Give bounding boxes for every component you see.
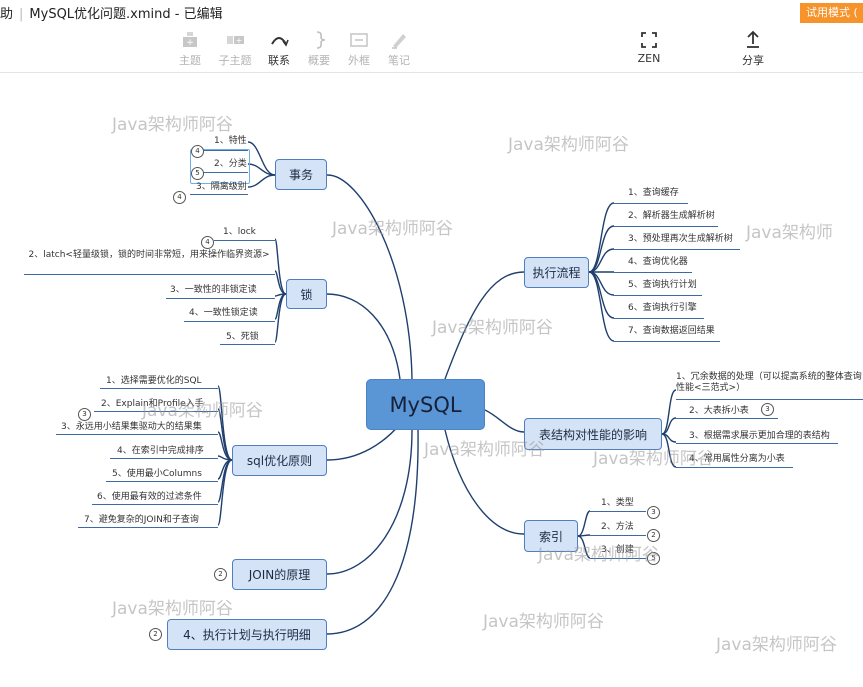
badge-transaction-3[interactable]: 4: [173, 191, 186, 204]
share-button[interactable]: 分享: [729, 30, 777, 68]
leaf-index-2[interactable]: 2、方法: [601, 522, 634, 533]
badge-index-1[interactable]: 3: [647, 506, 660, 519]
topic-icon: +: [183, 32, 197, 48]
badge-sql-2[interactable]: 3: [78, 408, 91, 421]
badge-table-2[interactable]: 3: [761, 403, 774, 416]
badge-transaction-1[interactable]: 4: [191, 145, 204, 158]
topic-table-structure[interactable]: 表结构对性能的影响: [524, 418, 662, 450]
leaf-flow-6[interactable]: 6、查询执行引擎: [628, 303, 697, 314]
title-prefix: 助: [0, 7, 14, 22]
badge-lock-1[interactable]: 4: [201, 236, 214, 249]
badge-index-3[interactable]: 5: [647, 552, 660, 565]
topic-execution-flow[interactable]: 执行流程: [524, 257, 589, 288]
zen-button[interactable]: ZEN: [625, 30, 673, 65]
leaf-lock-3[interactable]: 3、一致性的非锁定读: [170, 285, 257, 296]
leaf-lock-4[interactable]: 4、一致性锁定读: [189, 308, 258, 319]
leaf-sql-2[interactable]: 2、Explain和Profile入手: [101, 399, 204, 410]
topic-lock[interactable]: 锁: [286, 279, 327, 309]
topic-index[interactable]: 索引: [524, 520, 578, 552]
leaf-lock-1[interactable]: 1、lock: [223, 227, 256, 238]
subtopic-button[interactable]: + 子主题: [211, 30, 259, 68]
leaf-sql-7[interactable]: 7、避免复杂的JOIN和子查询: [84, 515, 199, 526]
fullscreen-icon: [641, 32, 657, 48]
badge-execution-plan[interactable]: 2: [149, 628, 162, 641]
leaf-table-2[interactable]: 2、大表拆小表: [689, 406, 749, 417]
leaf-transaction-1[interactable]: 1、特性: [214, 136, 247, 147]
subtopic-label: 子主题: [218, 54, 252, 67]
leaf-flow-3[interactable]: 3、预处理再次生成解析树: [628, 234, 733, 245]
svg-text:+: +: [186, 38, 194, 48]
topic-sql-optimization[interactable]: sql优化原则: [232, 445, 327, 476]
leaf-sql-6[interactable]: 6、使用最有效的过滤条件: [97, 492, 202, 503]
summary-label: 概要: [308, 54, 330, 67]
badge-join[interactable]: 2: [214, 568, 227, 581]
topic-label: 主题: [179, 54, 201, 67]
boundary-label: 外框: [348, 54, 370, 67]
leaf-lock-5[interactable]: 5、死锁: [226, 332, 259, 343]
share-icon: [747, 30, 759, 48]
leaf-transaction-2[interactable]: 2、分类: [214, 159, 247, 170]
leaf-table-3[interactable]: 3、根据需求展示更加合理的表结构: [689, 431, 830, 442]
mindmap-canvas[interactable]: MySQL 事务 锁 sql优化原则 JOIN的原理 4、执行计划与执行明细 执…: [0, 72, 863, 687]
notes-button[interactable]: 笔记: [375, 30, 423, 68]
share-label: 分享: [742, 54, 764, 67]
summary-icon: [316, 31, 326, 49]
leaf-sql-1[interactable]: 1、选择需要优化的SQL: [106, 376, 202, 387]
leaf-flow-7[interactable]: 7、查询数据返回结果: [628, 326, 715, 337]
leaf-lock-2[interactable]: 2、latch<轻量级锁，锁的时间非常短，用来操作临界资源>: [24, 250, 274, 261]
topic-button[interactable]: + 主题: [166, 30, 214, 68]
trial-mode-button[interactable]: 试用模式 (: [800, 3, 863, 23]
leaf-table-4[interactable]: 4、常用属性分离为小表: [689, 454, 785, 465]
topic-join-principle[interactable]: JOIN的原理: [232, 559, 327, 590]
badge-index-2[interactable]: 2: [647, 529, 660, 542]
leaf-transaction-3[interactable]: 3、隔离级别: [196, 182, 247, 193]
central-topic[interactable]: MySQL: [366, 379, 485, 430]
leaf-table-1[interactable]: 1、冗余数据的处理（可以提高系统的整体查询性能<三范式>）: [676, 372, 863, 394]
relationship-label: 联系: [268, 54, 290, 67]
leaf-flow-2[interactable]: 2、解析器生成解析树: [628, 211, 715, 222]
badge-transaction-2[interactable]: 5: [191, 167, 204, 180]
subtopic-icon: +: [227, 36, 244, 45]
leaf-index-1[interactable]: 1、类型: [601, 498, 634, 509]
zen-label: ZEN: [637, 52, 661, 65]
leaf-sql-4[interactable]: 4、在索引中完成排序: [117, 446, 204, 457]
window-title: 助 | MySQL优化问题.xmind - 已编辑: [0, 7, 223, 22]
leaf-index-3[interactable]: 3、创建: [601, 545, 634, 556]
boundary-icon: [350, 33, 368, 47]
notes-icon: [392, 34, 406, 49]
toolbar: 助 | MySQL优化问题.xmind - 已编辑 试用模式 ( + 主题 + 子主…: [0, 0, 863, 73]
leaf-sql-3[interactable]: 3、永远用小结果集驱动大的结果集: [61, 422, 202, 433]
relationship-icon: [271, 37, 289, 47]
topic-transaction[interactable]: 事务: [275, 159, 327, 190]
leaf-flow-1[interactable]: 1、查询缓存: [628, 188, 679, 199]
svg-text:+: +: [236, 36, 243, 45]
notes-label: 笔记: [388, 54, 410, 67]
document-title: MySQL优化问题.xmind - 已编辑: [29, 7, 223, 22]
topic-execution-plan[interactable]: 4、执行计划与执行明细: [167, 619, 327, 650]
leaf-flow-5[interactable]: 5、查询执行计划: [628, 280, 697, 291]
leaf-sql-5[interactable]: 5、使用最小Columns: [112, 469, 202, 480]
leaf-flow-4[interactable]: 4、查询优化器: [628, 257, 688, 268]
